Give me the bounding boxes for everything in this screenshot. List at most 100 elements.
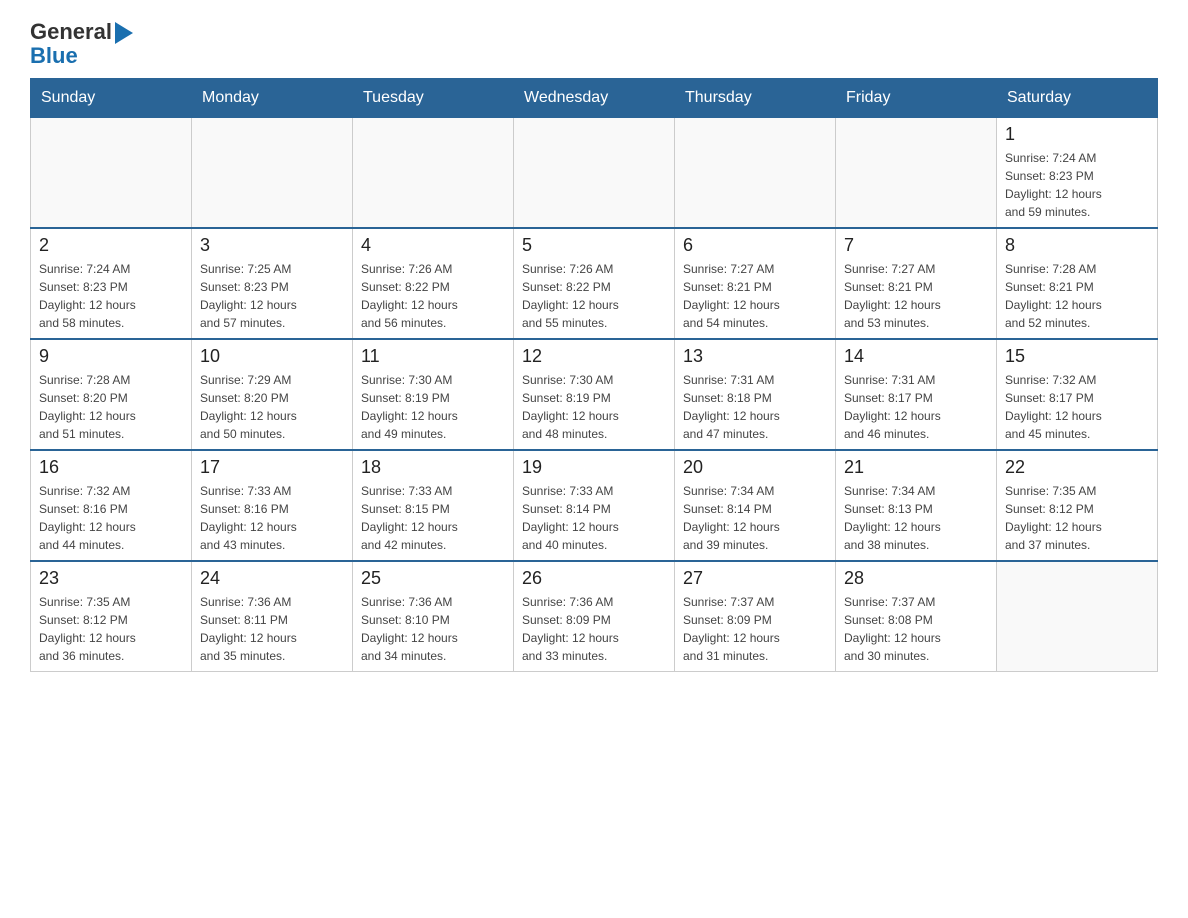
calendar-cell: 12 Sunrise: 7:30 AM Sunset: 8:19 PM Dayli… <box>514 339 675 450</box>
day-info: Sunrise: 7:36 AM Sunset: 8:10 PM Dayligh… <box>361 593 505 665</box>
day-number: 11 <box>361 346 505 367</box>
calendar-cell: 24 Sunrise: 7:36 AM Sunset: 8:11 PM Dayli… <box>192 561 353 672</box>
calendar-week-row: 9Sunrise: 7:28 AM Sunset: 8:20 PM Daylig… <box>31 339 1158 450</box>
calendar-week-row: 2 Sunrise: 7:24 AM Sunset: 8:23 PM Daylig… <box>31 228 1158 339</box>
day-info: Sunrise: 7:32 AM Sunset: 8:16 PM Dayligh… <box>39 482 183 554</box>
day-info: Sunrise: 7:33 AM Sunset: 8:15 PM Dayligh… <box>361 482 505 554</box>
day-info: Sunrise: 7:36 AM Sunset: 8:11 PM Dayligh… <box>200 593 344 665</box>
day-number: 6 <box>683 235 827 256</box>
calendar-cell: 1Sunrise: 7:24 AM Sunset: 8:23 PM Daylig… <box>997 118 1158 229</box>
calendar-cell: 16 Sunrise: 7:32 AM Sunset: 8:16 PM Dayli… <box>31 450 192 561</box>
day-info: Sunrise: 7:30 AM Sunset: 8:19 PM Dayligh… <box>361 371 505 443</box>
day-number: 13 <box>683 346 827 367</box>
day-info: Sunrise: 7:30 AM Sunset: 8:19 PM Dayligh… <box>522 371 666 443</box>
day-number: 19 <box>522 457 666 478</box>
calendar-cell: 27 Sunrise: 7:37 AM Sunset: 8:09 PM Dayli… <box>675 561 836 672</box>
weekday-header-monday: Monday <box>192 79 353 118</box>
day-info: Sunrise: 7:37 AM Sunset: 8:09 PM Dayligh… <box>683 593 827 665</box>
day-number: 25 <box>361 568 505 589</box>
calendar-cell: 4 Sunrise: 7:26 AM Sunset: 8:22 PM Daylig… <box>353 228 514 339</box>
day-info: Sunrise: 7:36 AM Sunset: 8:09 PM Dayligh… <box>522 593 666 665</box>
logo-blue: Blue <box>30 44 112 68</box>
calendar-cell: 10 Sunrise: 7:29 AM Sunset: 8:20 PM Dayli… <box>192 339 353 450</box>
calendar-cell <box>353 118 514 229</box>
day-number: 17 <box>200 457 344 478</box>
calendar-cell: 8 Sunrise: 7:28 AM Sunset: 8:21 PM Daylig… <box>997 228 1158 339</box>
day-info: Sunrise: 7:26 AM Sunset: 8:22 PM Dayligh… <box>361 260 505 332</box>
weekday-header-friday: Friday <box>836 79 997 118</box>
calendar-week-row: 1Sunrise: 7:24 AM Sunset: 8:23 PM Daylig… <box>31 118 1158 229</box>
day-info: Sunrise: 7:31 AM Sunset: 8:17 PM Dayligh… <box>844 371 988 443</box>
day-info: Sunrise: 7:27 AM Sunset: 8:21 PM Dayligh… <box>683 260 827 332</box>
day-number: 18 <box>361 457 505 478</box>
day-info: Sunrise: 7:28 AM Sunset: 8:20 PM Dayligh… <box>39 371 183 443</box>
calendar-cell: 7Sunrise: 7:27 AM Sunset: 8:21 PM Daylig… <box>836 228 997 339</box>
calendar-cell: 11 Sunrise: 7:30 AM Sunset: 8:19 PM Dayli… <box>353 339 514 450</box>
day-number: 26 <box>522 568 666 589</box>
weekday-header-wednesday: Wednesday <box>514 79 675 118</box>
calendar-cell <box>997 561 1158 672</box>
weekday-header-row: SundayMondayTuesdayWednesdayThursdayFrid… <box>31 79 1158 118</box>
day-number: 15 <box>1005 346 1149 367</box>
day-number: 27 <box>683 568 827 589</box>
day-info: Sunrise: 7:34 AM Sunset: 8:13 PM Dayligh… <box>844 482 988 554</box>
day-info: Sunrise: 7:24 AM Sunset: 8:23 PM Dayligh… <box>39 260 183 332</box>
day-number: 21 <box>844 457 988 478</box>
calendar-cell: 9Sunrise: 7:28 AM Sunset: 8:20 PM Daylig… <box>31 339 192 450</box>
weekday-header-thursday: Thursday <box>675 79 836 118</box>
logo: General Blue <box>30 20 133 68</box>
calendar-cell: 17 Sunrise: 7:33 AM Sunset: 8:16 PM Dayli… <box>192 450 353 561</box>
weekday-header-tuesday: Tuesday <box>353 79 514 118</box>
logo-general: General <box>30 20 112 44</box>
day-number: 16 <box>39 457 183 478</box>
calendar-week-row: 16 Sunrise: 7:32 AM Sunset: 8:16 PM Dayli… <box>31 450 1158 561</box>
weekday-header-sunday: Sunday <box>31 79 192 118</box>
calendar-cell: 3 Sunrise: 7:25 AM Sunset: 8:23 PM Daylig… <box>192 228 353 339</box>
day-number: 5 <box>522 235 666 256</box>
day-number: 14 <box>844 346 988 367</box>
calendar-cell <box>31 118 192 229</box>
day-number: 8 <box>1005 235 1149 256</box>
logo-arrow-icon <box>115 22 133 44</box>
day-number: 3 <box>200 235 344 256</box>
calendar-cell: 23 Sunrise: 7:35 AM Sunset: 8:12 PM Dayli… <box>31 561 192 672</box>
day-number: 12 <box>522 346 666 367</box>
calendar-cell: 6 Sunrise: 7:27 AM Sunset: 8:21 PM Daylig… <box>675 228 836 339</box>
day-info: Sunrise: 7:32 AM Sunset: 8:17 PM Dayligh… <box>1005 371 1149 443</box>
day-number: 24 <box>200 568 344 589</box>
day-info: Sunrise: 7:27 AM Sunset: 8:21 PM Dayligh… <box>844 260 988 332</box>
weekday-header-saturday: Saturday <box>997 79 1158 118</box>
day-number: 23 <box>39 568 183 589</box>
calendar-cell <box>836 118 997 229</box>
day-info: Sunrise: 7:29 AM Sunset: 8:20 PM Dayligh… <box>200 371 344 443</box>
day-info: Sunrise: 7:35 AM Sunset: 8:12 PM Dayligh… <box>39 593 183 665</box>
calendar-cell <box>514 118 675 229</box>
day-info: Sunrise: 7:33 AM Sunset: 8:14 PM Dayligh… <box>522 482 666 554</box>
calendar-cell: 22Sunrise: 7:35 AM Sunset: 8:12 PM Dayli… <box>997 450 1158 561</box>
calendar-table: SundayMondayTuesdayWednesdayThursdayFrid… <box>30 78 1158 672</box>
calendar-cell: 14 Sunrise: 7:31 AM Sunset: 8:17 PM Dayli… <box>836 339 997 450</box>
calendar-cell: 26 Sunrise: 7:36 AM Sunset: 8:09 PM Dayli… <box>514 561 675 672</box>
calendar-cell: 25 Sunrise: 7:36 AM Sunset: 8:10 PM Dayli… <box>353 561 514 672</box>
calendar-cell: 28Sunrise: 7:37 AM Sunset: 8:08 PM Dayli… <box>836 561 997 672</box>
day-info: Sunrise: 7:31 AM Sunset: 8:18 PM Dayligh… <box>683 371 827 443</box>
calendar-cell <box>675 118 836 229</box>
day-info: Sunrise: 7:28 AM Sunset: 8:21 PM Dayligh… <box>1005 260 1149 332</box>
header: General Blue <box>30 20 1158 68</box>
day-info: Sunrise: 7:33 AM Sunset: 8:16 PM Dayligh… <box>200 482 344 554</box>
day-number: 2 <box>39 235 183 256</box>
calendar-cell: 13 Sunrise: 7:31 AM Sunset: 8:18 PM Dayli… <box>675 339 836 450</box>
day-number: 4 <box>361 235 505 256</box>
day-info: Sunrise: 7:25 AM Sunset: 8:23 PM Dayligh… <box>200 260 344 332</box>
calendar-cell: 15 Sunrise: 7:32 AM Sunset: 8:17 PM Dayli… <box>997 339 1158 450</box>
calendar-cell: 5 Sunrise: 7:26 AM Sunset: 8:22 PM Daylig… <box>514 228 675 339</box>
day-number: 20 <box>683 457 827 478</box>
day-info: Sunrise: 7:26 AM Sunset: 8:22 PM Dayligh… <box>522 260 666 332</box>
page: General Blue SundayMondayTuesdayWednesda… <box>0 0 1188 692</box>
day-number: 28 <box>844 568 988 589</box>
day-number: 1 <box>1005 124 1149 145</box>
calendar-week-row: 23 Sunrise: 7:35 AM Sunset: 8:12 PM Dayli… <box>31 561 1158 672</box>
day-number: 22 <box>1005 457 1149 478</box>
calendar-cell: 18 Sunrise: 7:33 AM Sunset: 8:15 PM Dayli… <box>353 450 514 561</box>
day-number: 10 <box>200 346 344 367</box>
